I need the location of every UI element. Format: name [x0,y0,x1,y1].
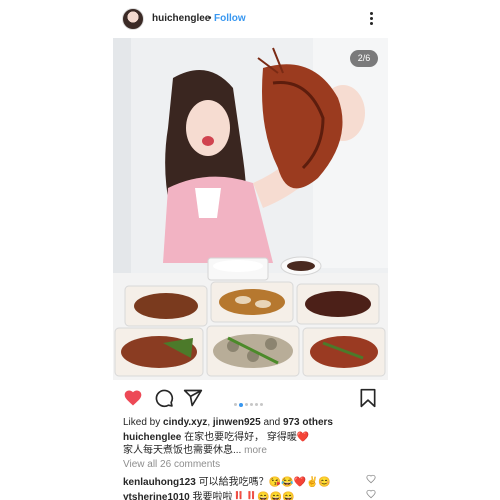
likes-prefix: Liked by [123,417,164,428]
username-link[interactable]: huichenglee [152,13,210,24]
caption-username[interactable]: huichenglee [123,432,181,443]
avatar[interactable] [122,8,144,30]
follow-button[interactable]: Follow [214,13,246,24]
post-actions [113,386,388,410]
likes-summary: Liked by cindy.xyz, jinwen925 and 973 ot… [123,417,333,428]
carousel-dots [234,396,265,407]
comment-username[interactable]: kenlauhong123 [123,477,196,488]
comment-icon[interactable] [154,388,174,408]
post-photo[interactable]: 2/6 [113,38,388,380]
post-header: huichenglee • Follow [113,4,388,34]
carousel-dot [245,403,248,407]
comment-item: ytsherine1010 我要啦啦‼️‼️😄😄😄 [123,488,295,500]
separator-dot: • [208,13,212,24]
comment-username[interactable]: ytsherine1010 [123,492,190,500]
liker-link[interactable]: cindy.xyz [163,417,207,428]
others-likes-link[interactable]: 973 others [283,417,333,428]
bookmark-icon[interactable] [358,388,378,408]
comment-text: 可以給我吃嗎？😘😂❤️✌️😊 [195,477,331,488]
view-all-comments-link[interactable]: View all 26 comments [123,459,220,470]
carousel-counter: 2/6 [350,50,378,67]
instagram-post: huichenglee • Follow 2/6 Liked by cindy.… [113,0,388,500]
carousel-dot [239,402,243,407]
carousel-dot [260,403,263,407]
likes-and: and [260,417,283,428]
carousel-dot [250,403,253,407]
heart-icon[interactable] [123,388,143,408]
carousel-dot [234,403,237,407]
liker-link[interactable]: jinwen925 [213,417,261,428]
comment-text: 我要啦啦‼️‼️😄😄😄 [189,492,295,500]
comment-item: kenlauhong123 可以給我吃嗎？😘😂❤️✌️😊 [123,473,331,488]
more-options-icon[interactable] [370,12,374,26]
post-caption: huichenglee 在家也要吃得好， 穿得暖❤️ 家人每天煮饭也需要休息..… [123,431,383,457]
more-link[interactable]: more [241,445,267,456]
comment-like-icon[interactable] [366,474,376,484]
share-icon[interactable] [183,388,203,408]
carousel-dot [255,403,258,407]
food-photo-illustration [113,38,388,380]
caption-text: 在家也要吃得好， 穿得暖❤️ [181,432,310,443]
comment-like-icon[interactable] [366,489,376,499]
caption-text-line2: 家人每天煮饭也需要休息 [123,445,233,456]
